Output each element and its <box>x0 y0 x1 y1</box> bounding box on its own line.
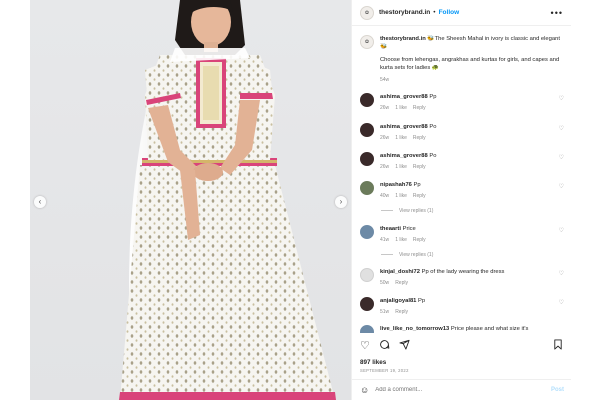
view-replies-label[interactable]: View replies (1) <box>399 252 433 258</box>
comment-time: 51w <box>380 309 390 315</box>
post-image <box>30 0 351 400</box>
heart-icon[interactable]: ♡ <box>559 183 564 190</box>
comment-time: 26w <box>380 105 390 111</box>
list-item: theaarti Price 41w 1 like Reply ♡ <box>360 225 564 244</box>
comment-username[interactable]: ashima_grover88 <box>380 153 428 159</box>
avatar[interactable] <box>360 225 374 239</box>
comment-likes[interactable]: 1 like <box>395 135 407 141</box>
comment-time: 26w <box>380 135 390 141</box>
divider <box>381 254 393 256</box>
list-item: anjaligoyal81 Pp 51w Reply ♡ <box>360 297 564 316</box>
reply-button[interactable]: Reply <box>413 237 426 243</box>
comment-username[interactable]: nipashah76 <box>380 182 412 188</box>
comment-username[interactable]: live_like_no_tomorrow13 <box>380 326 449 332</box>
comment-text: Price <box>402 226 416 232</box>
avatar[interactable] <box>360 181 374 195</box>
comment-time: 40w <box>380 193 390 199</box>
separator-dot: • <box>433 9 436 16</box>
reply-button[interactable]: Reply <box>395 280 408 286</box>
avatar[interactable] <box>360 268 374 282</box>
list-item: nipashah76 Pp 40w 1 like Reply ♡ <box>360 181 564 200</box>
comment-username[interactable]: anjaligoyal81 <box>380 298 416 304</box>
follow-button[interactable]: Follow <box>439 9 460 16</box>
comment-username[interactable]: ashima_grover88 <box>380 124 428 130</box>
caption: ✿ thestorybrand.in 🐝The Sheesh Mahal in … <box>360 27 564 84</box>
reply-button[interactable]: Reply <box>413 164 426 170</box>
post-username[interactable]: thestorybrand.in <box>379 9 430 16</box>
comment-username[interactable]: theaarti <box>380 226 401 232</box>
post-details-panel: ✿ thestorybrand.in • Follow ••• ✿ thesto… <box>351 0 572 400</box>
comment-text: Price please and what size it's <box>450 326 529 332</box>
comment-text: Po <box>429 153 437 159</box>
comment-icon[interactable] <box>379 339 390 353</box>
reply-button[interactable]: Reply <box>395 309 408 315</box>
more-options-icon[interactable]: ••• <box>551 8 563 18</box>
heart-icon[interactable]: ♡ <box>559 227 564 234</box>
comment-time: 26w <box>380 164 390 170</box>
avatar[interactable]: ✿ <box>360 35 374 49</box>
caption-time: 54w <box>380 77 390 83</box>
chevron-left-icon[interactable]: ‹ <box>34 196 46 208</box>
comment-text: Pp of the lady wearing the dress <box>421 269 505 275</box>
right-gutter <box>571 0 600 400</box>
comment-input[interactable] <box>375 387 526 393</box>
view-replies-link[interactable]: View replies (1) <box>381 208 433 214</box>
comment-text: Pp <box>418 298 426 304</box>
comment-likes[interactable]: 1 like <box>395 237 407 243</box>
share-icon[interactable] <box>399 339 410 353</box>
reply-button[interactable]: Reply <box>413 193 426 199</box>
heart-icon[interactable]: ♡ <box>559 125 564 132</box>
view-replies-label[interactable]: View replies (1) <box>399 208 433 214</box>
girl-in-white-lehenga-photo <box>119 0 336 400</box>
chevron-right-icon[interactable]: › <box>335 196 347 208</box>
divider <box>381 210 393 212</box>
emoji-icon[interactable]: ☺ <box>360 385 369 395</box>
comments-list[interactable]: ✿ thestorybrand.in 🐝The Sheesh Mahal in … <box>352 27 572 333</box>
heart-icon[interactable]: ♡ <box>559 95 564 102</box>
list-item: ashima_grover88 Pp 26w 1 like Reply ♡ <box>360 93 564 112</box>
likes-count[interactable]: 897 likes <box>360 359 386 366</box>
comment-likes[interactable]: 1 like <box>395 193 407 199</box>
comment-likes[interactable]: 1 like <box>395 105 407 111</box>
comment-time: 50w <box>380 280 390 286</box>
avatar[interactable] <box>360 152 374 166</box>
avatar[interactable]: ✿ <box>360 5 374 20</box>
heart-icon[interactable]: ♡ <box>559 154 564 161</box>
reply-button[interactable]: Reply <box>413 105 426 111</box>
view-replies-link[interactable]: View replies (1) <box>381 252 433 258</box>
comment-username[interactable]: kinjal_doshi72 <box>380 269 420 275</box>
avatar[interactable] <box>360 123 374 137</box>
post-header: ✿ thestorybrand.in • Follow ••• <box>352 0 571 26</box>
caption-text-2: Choose from lehengas, angrakhas and kurt… <box>380 57 560 71</box>
heart-icon[interactable]: ♡ <box>559 299 564 306</box>
comment-text: Po <box>429 124 437 130</box>
post-date: SEPTEMBER 19, 2022 <box>360 368 409 373</box>
list-item: ashima_grover88 Po 26w 1 like Reply ♡ <box>360 152 564 171</box>
reply-button[interactable]: Reply <box>413 135 426 141</box>
bookmark-icon[interactable] <box>553 339 563 353</box>
comment-time: 41w <box>380 237 390 243</box>
avatar[interactable] <box>360 325 374 333</box>
comment-text: Pp <box>413 182 421 188</box>
comment-username[interactable]: ashima_grover88 <box>380 94 428 100</box>
avatar[interactable] <box>360 297 374 311</box>
add-comment-bar: ☺ Post <box>352 379 572 400</box>
left-gutter <box>0 0 30 400</box>
list-item: live_like_no_tomorrow13 Price please and… <box>360 325 564 333</box>
caption-username[interactable]: thestorybrand.in <box>380 36 426 42</box>
list-item: kinjal_doshi72 Pp of the lady wearing th… <box>360 268 564 287</box>
comment-text: Pp <box>429 94 437 100</box>
heart-icon[interactable]: ♡ <box>360 340 370 352</box>
post-actions-bar: ♡ <box>360 336 563 356</box>
avatar[interactable] <box>360 93 374 107</box>
post-button[interactable]: Post <box>551 387 564 393</box>
heart-icon[interactable]: ♡ <box>559 270 564 277</box>
list-item: ashima_grover88 Po 26w 1 like Reply ♡ <box>360 123 564 142</box>
comment-likes[interactable]: 1 like <box>395 164 407 170</box>
